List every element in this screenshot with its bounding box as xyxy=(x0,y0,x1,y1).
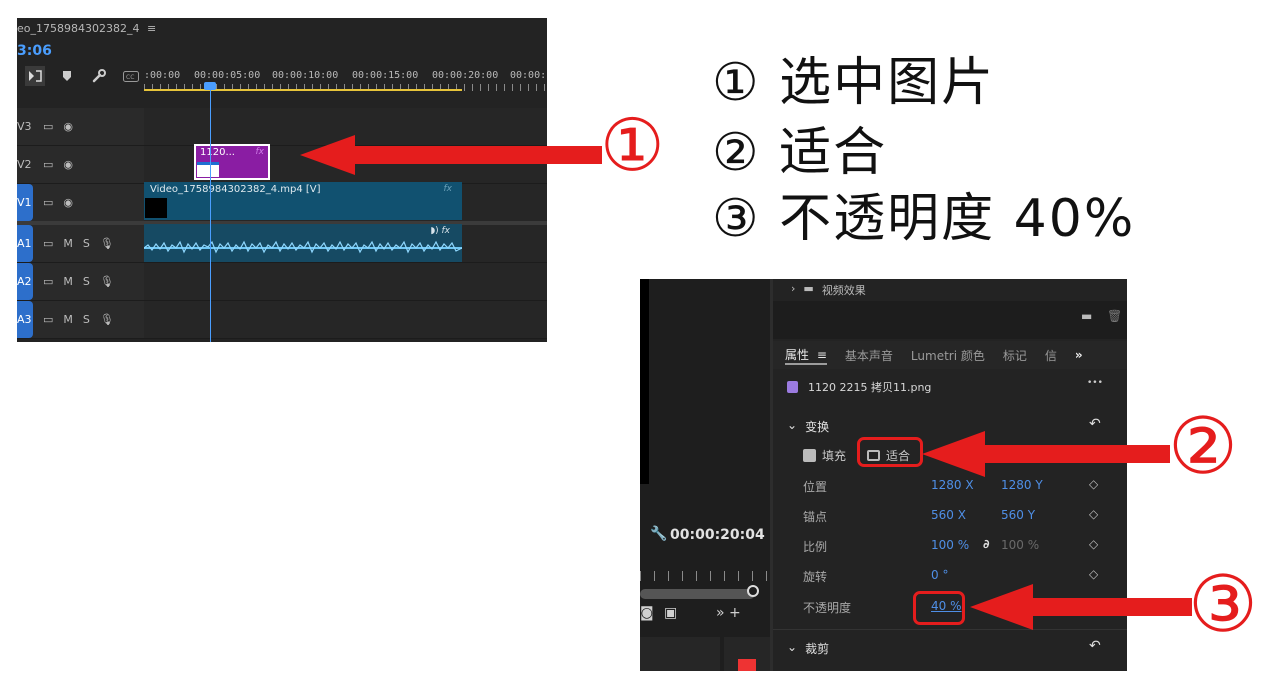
callout-3: ③ xyxy=(1188,560,1258,650)
callout-1: ① xyxy=(600,103,665,187)
arrow-2 xyxy=(922,431,1170,477)
arrow-1 xyxy=(300,135,602,175)
arrow-3 xyxy=(970,584,1192,630)
callout-2: ② xyxy=(1168,402,1238,492)
